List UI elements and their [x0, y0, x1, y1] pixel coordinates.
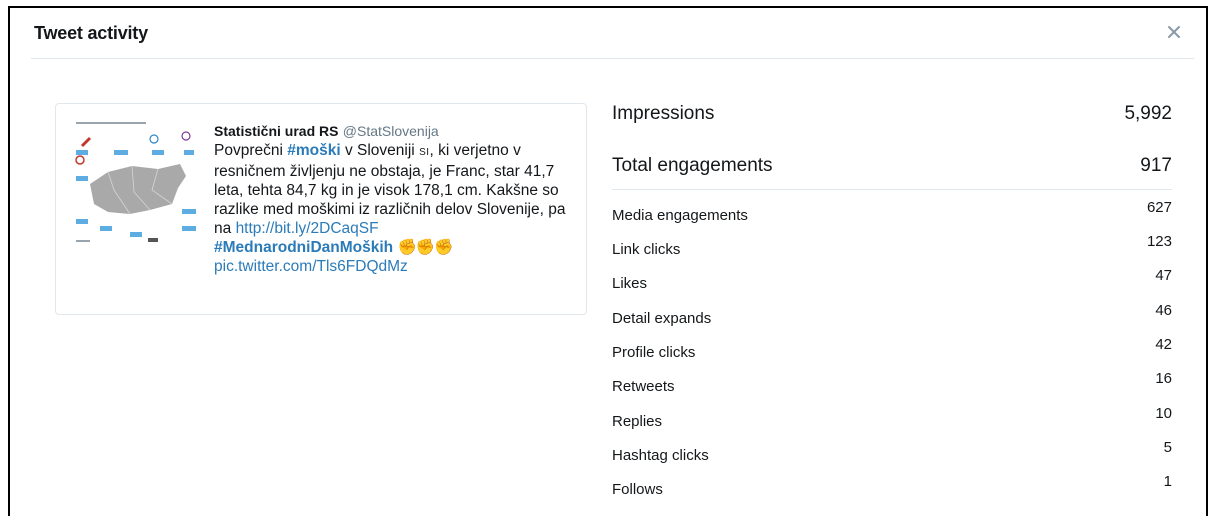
metric-value: 5 — [1163, 439, 1172, 456]
metric-value: 10 — [1155, 405, 1172, 422]
metric-label: Detail expands — [612, 310, 712, 327]
tweet-text-part: v Sloveniji — [340, 142, 420, 159]
tweet-text: Statistični urad RS @StatSlovenija Povpr… — [214, 122, 566, 276]
metric-value: 46 — [1155, 302, 1172, 319]
metric-label: Follows — [612, 481, 663, 498]
author-name[interactable]: Statistični urad RS — [214, 123, 338, 139]
metric-label: Media engagements — [612, 207, 748, 224]
metric-row-likes: Likes 47 — [612, 267, 1172, 292]
author-handle[interactable]: @StatSlovenija — [343, 123, 439, 139]
metric-label: Total engagements — [612, 155, 773, 176]
header-divider — [31, 58, 1194, 59]
metric-value: 917 — [1140, 155, 1172, 176]
metric-label: Link clicks — [612, 241, 681, 258]
hashtag-link[interactable]: #MednarodniDanMoških — [214, 239, 393, 256]
metric-row-replies: Replies 10 — [612, 405, 1172, 430]
tweet-text-part: Povprečni — [214, 142, 288, 159]
metric-row-link-clicks: Link clicks 123 — [612, 233, 1172, 258]
close-icon — [1168, 26, 1180, 38]
metric-row-profile-clicks: Profile clicks 42 — [612, 336, 1172, 361]
metric-label: Likes — [612, 275, 648, 292]
metric-impressions: Impressions 5,992 — [612, 103, 1172, 125]
metric-value: 42 — [1155, 336, 1172, 353]
fist-emoji: ✊✊✊ — [397, 239, 453, 256]
tweet-card[interactable]: Statistični urad RS @StatSlovenija Povpr… — [55, 103, 587, 315]
metric-value: 47 — [1155, 267, 1172, 284]
metric-label: Retweets — [612, 378, 675, 395]
metric-label: Hashtag clicks — [612, 447, 709, 464]
metric-label: Replies — [612, 413, 663, 430]
hashtag-link[interactable]: #moški — [287, 142, 340, 159]
metric-row-media-engagements: Media engagements 627 — [612, 199, 1172, 224]
metric-row-hashtag-clicks: Hashtag clicks 5 — [612, 439, 1172, 464]
media-link[interactable]: pic.twitter.com/Tls6FDQdMz — [214, 258, 408, 275]
metric-value: 627 — [1146, 199, 1172, 216]
metric-row-retweets: Retweets 16 — [612, 370, 1172, 395]
metric-label: Impressions — [612, 103, 715, 124]
dialog-title: Tweet activity — [34, 23, 148, 43]
metric-total-engagements: Total engagements 917 — [612, 155, 1172, 177]
metric-row-follows: Follows 1 — [612, 473, 1172, 498]
metric-value: 1 — [1163, 473, 1172, 490]
tweet-media-thumbnail[interactable] — [68, 114, 198, 249]
metrics-divider — [612, 189, 1172, 190]
url-link[interactable]: http://bit.ly/2DCaqSF — [236, 220, 379, 237]
metric-value: 5,992 — [1124, 103, 1172, 124]
dialog-header: Tweet activity — [10, 8, 1206, 58]
metric-row-detail-expands: Detail expands 46 — [612, 302, 1172, 327]
metric-value: 123 — [1146, 233, 1172, 250]
metric-value: 16 — [1155, 370, 1172, 387]
close-button[interactable] — [1160, 18, 1188, 46]
metric-label: Profile clicks — [612, 344, 696, 361]
tweet-activity-dialog: Tweet activity Statistični urad RS @Stat… — [8, 6, 1208, 516]
flag-emoji: SI — [419, 147, 430, 158]
